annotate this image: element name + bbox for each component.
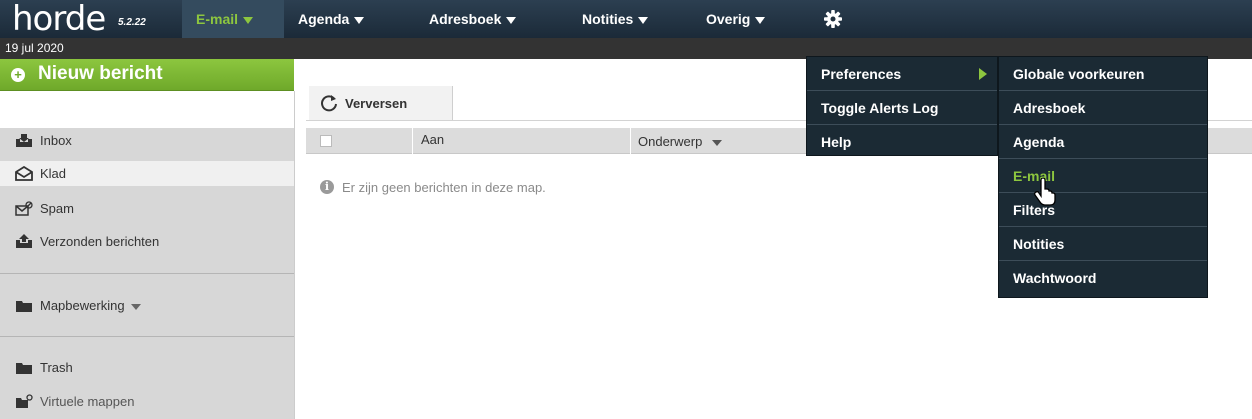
folder-inbox[interactable]: Inbox: [0, 128, 294, 153]
hand-pointer-icon: [1034, 178, 1056, 206]
folder-sent-label: Verzonden berichten: [40, 234, 160, 249]
folder-klad-label: Klad: [40, 166, 67, 181]
folder-inbox-label: Inbox: [40, 133, 72, 148]
logo-text: horde: [12, 0, 106, 39]
sidebar-divider: [0, 336, 294, 337]
folder-spam-label: Spam: [40, 201, 74, 216]
preferences-submenu: Globale voorkeuren Adresboek Agenda E-ma…: [998, 56, 1208, 298]
column-divider: [630, 128, 631, 154]
sort-down-icon: [712, 139, 723, 146]
folder-klad[interactable]: Klad: [0, 161, 294, 186]
top-navigation-bar: horde 5.2.22 E-mail Agenda Adresboek Not…: [0, 0, 1252, 38]
refresh-button[interactable]: Verversen: [309, 86, 453, 120]
drafts-icon: [15, 166, 33, 181]
refresh-icon: [321, 95, 337, 112]
folder-spam[interactable]: Spam: [0, 196, 294, 221]
spam-icon: [15, 201, 33, 216]
refresh-label: Verversen: [345, 96, 408, 111]
folder-trash-label: Trash: [40, 360, 73, 375]
chevron-down-icon: [243, 16, 254, 24]
nav-agenda[interactable]: Agenda: [298, 0, 365, 38]
sidebar-spacer: [0, 221, 294, 229]
nav-overig-label: Overig: [706, 11, 751, 27]
info-icon: i: [320, 180, 334, 194]
select-all-checkbox[interactable]: [320, 135, 332, 147]
chevron-down-icon: [131, 303, 142, 310]
folder-icon: [16, 363, 32, 374]
nav-notities[interactable]: Notities: [582, 0, 649, 38]
folder-sent[interactable]: Verzonden berichten: [0, 229, 294, 254]
new-message-label: Nieuw bericht: [38, 63, 163, 84]
folder-actions-label: Mapbewerking: [40, 298, 142, 313]
sidebar-spacer: [0, 186, 294, 196]
chevron-down-icon: [755, 16, 766, 24]
folder-virtual[interactable]: Virtuele mappen: [0, 389, 294, 414]
nav-notities-label: Notities: [582, 11, 634, 27]
submenu-arrow-icon: [979, 68, 987, 80]
nav-agenda-label: Agenda: [298, 11, 350, 27]
menu-item-help[interactable]: Help: [807, 125, 997, 159]
plus-icon: +: [11, 68, 25, 82]
nav-adresboek-label: Adresboek: [429, 11, 502, 27]
submenu-item-filters[interactable]: Filters: [999, 193, 1207, 227]
folder-trash[interactable]: Trash: [0, 355, 294, 380]
chevron-down-icon: [506, 16, 517, 24]
chevron-down-icon: [354, 16, 365, 24]
column-header-to[interactable]: Aan: [421, 132, 444, 147]
version-label: 5.2.22: [118, 17, 146, 28]
chevron-down-icon: [638, 16, 649, 24]
overig-dropdown-menu: Preferences Toggle Alerts Log Help: [806, 56, 998, 156]
submenu-item-adresboek[interactable]: Adresboek: [999, 91, 1207, 125]
empty-folder-message: Er zijn geen berichten in deze map.: [342, 180, 546, 195]
column-header-subject[interactable]: Onderwerp: [638, 134, 723, 149]
sidebar-spacer: [0, 153, 294, 161]
new-message-button[interactable]: + Nieuw bericht: [0, 59, 294, 91]
gear-icon[interactable]: [824, 10, 842, 28]
menu-item-toggle-alerts-log[interactable]: Toggle Alerts Log: [807, 91, 997, 125]
submenu-item-notities[interactable]: Notities: [999, 227, 1207, 261]
nav-adresboek[interactable]: Adresboek: [429, 0, 517, 38]
folder-actions[interactable]: Mapbewerking: [0, 293, 294, 318]
nav-overig[interactable]: Overig: [706, 0, 766, 38]
sidebar-splitter[interactable]: [294, 91, 306, 419]
virtual-folder-icon: [16, 394, 33, 408]
sidebar-divider: [0, 273, 294, 274]
sent-icon: [16, 234, 32, 248]
submenu-item-global-preferences[interactable]: Globale voorkeuren: [999, 57, 1207, 91]
column-divider: [412, 128, 413, 154]
nav-email[interactable]: E-mail: [182, 0, 284, 38]
inbox-icon: [16, 134, 32, 147]
submenu-item-agenda[interactable]: Agenda: [999, 125, 1207, 159]
folder-virtual-label: Virtuele mappen: [40, 394, 135, 409]
nav-email-label: E-mail: [196, 11, 239, 27]
submenu-item-email[interactable]: E-mail: [999, 159, 1207, 193]
folder-icon: [16, 301, 32, 312]
horde-logo[interactable]: horde 5.2.22: [0, 0, 180, 38]
current-date: 19 jul 2020: [5, 41, 64, 55]
menu-item-preferences[interactable]: Preferences: [807, 57, 997, 91]
submenu-item-wachtwoord[interactable]: Wachtwoord: [999, 261, 1207, 295]
